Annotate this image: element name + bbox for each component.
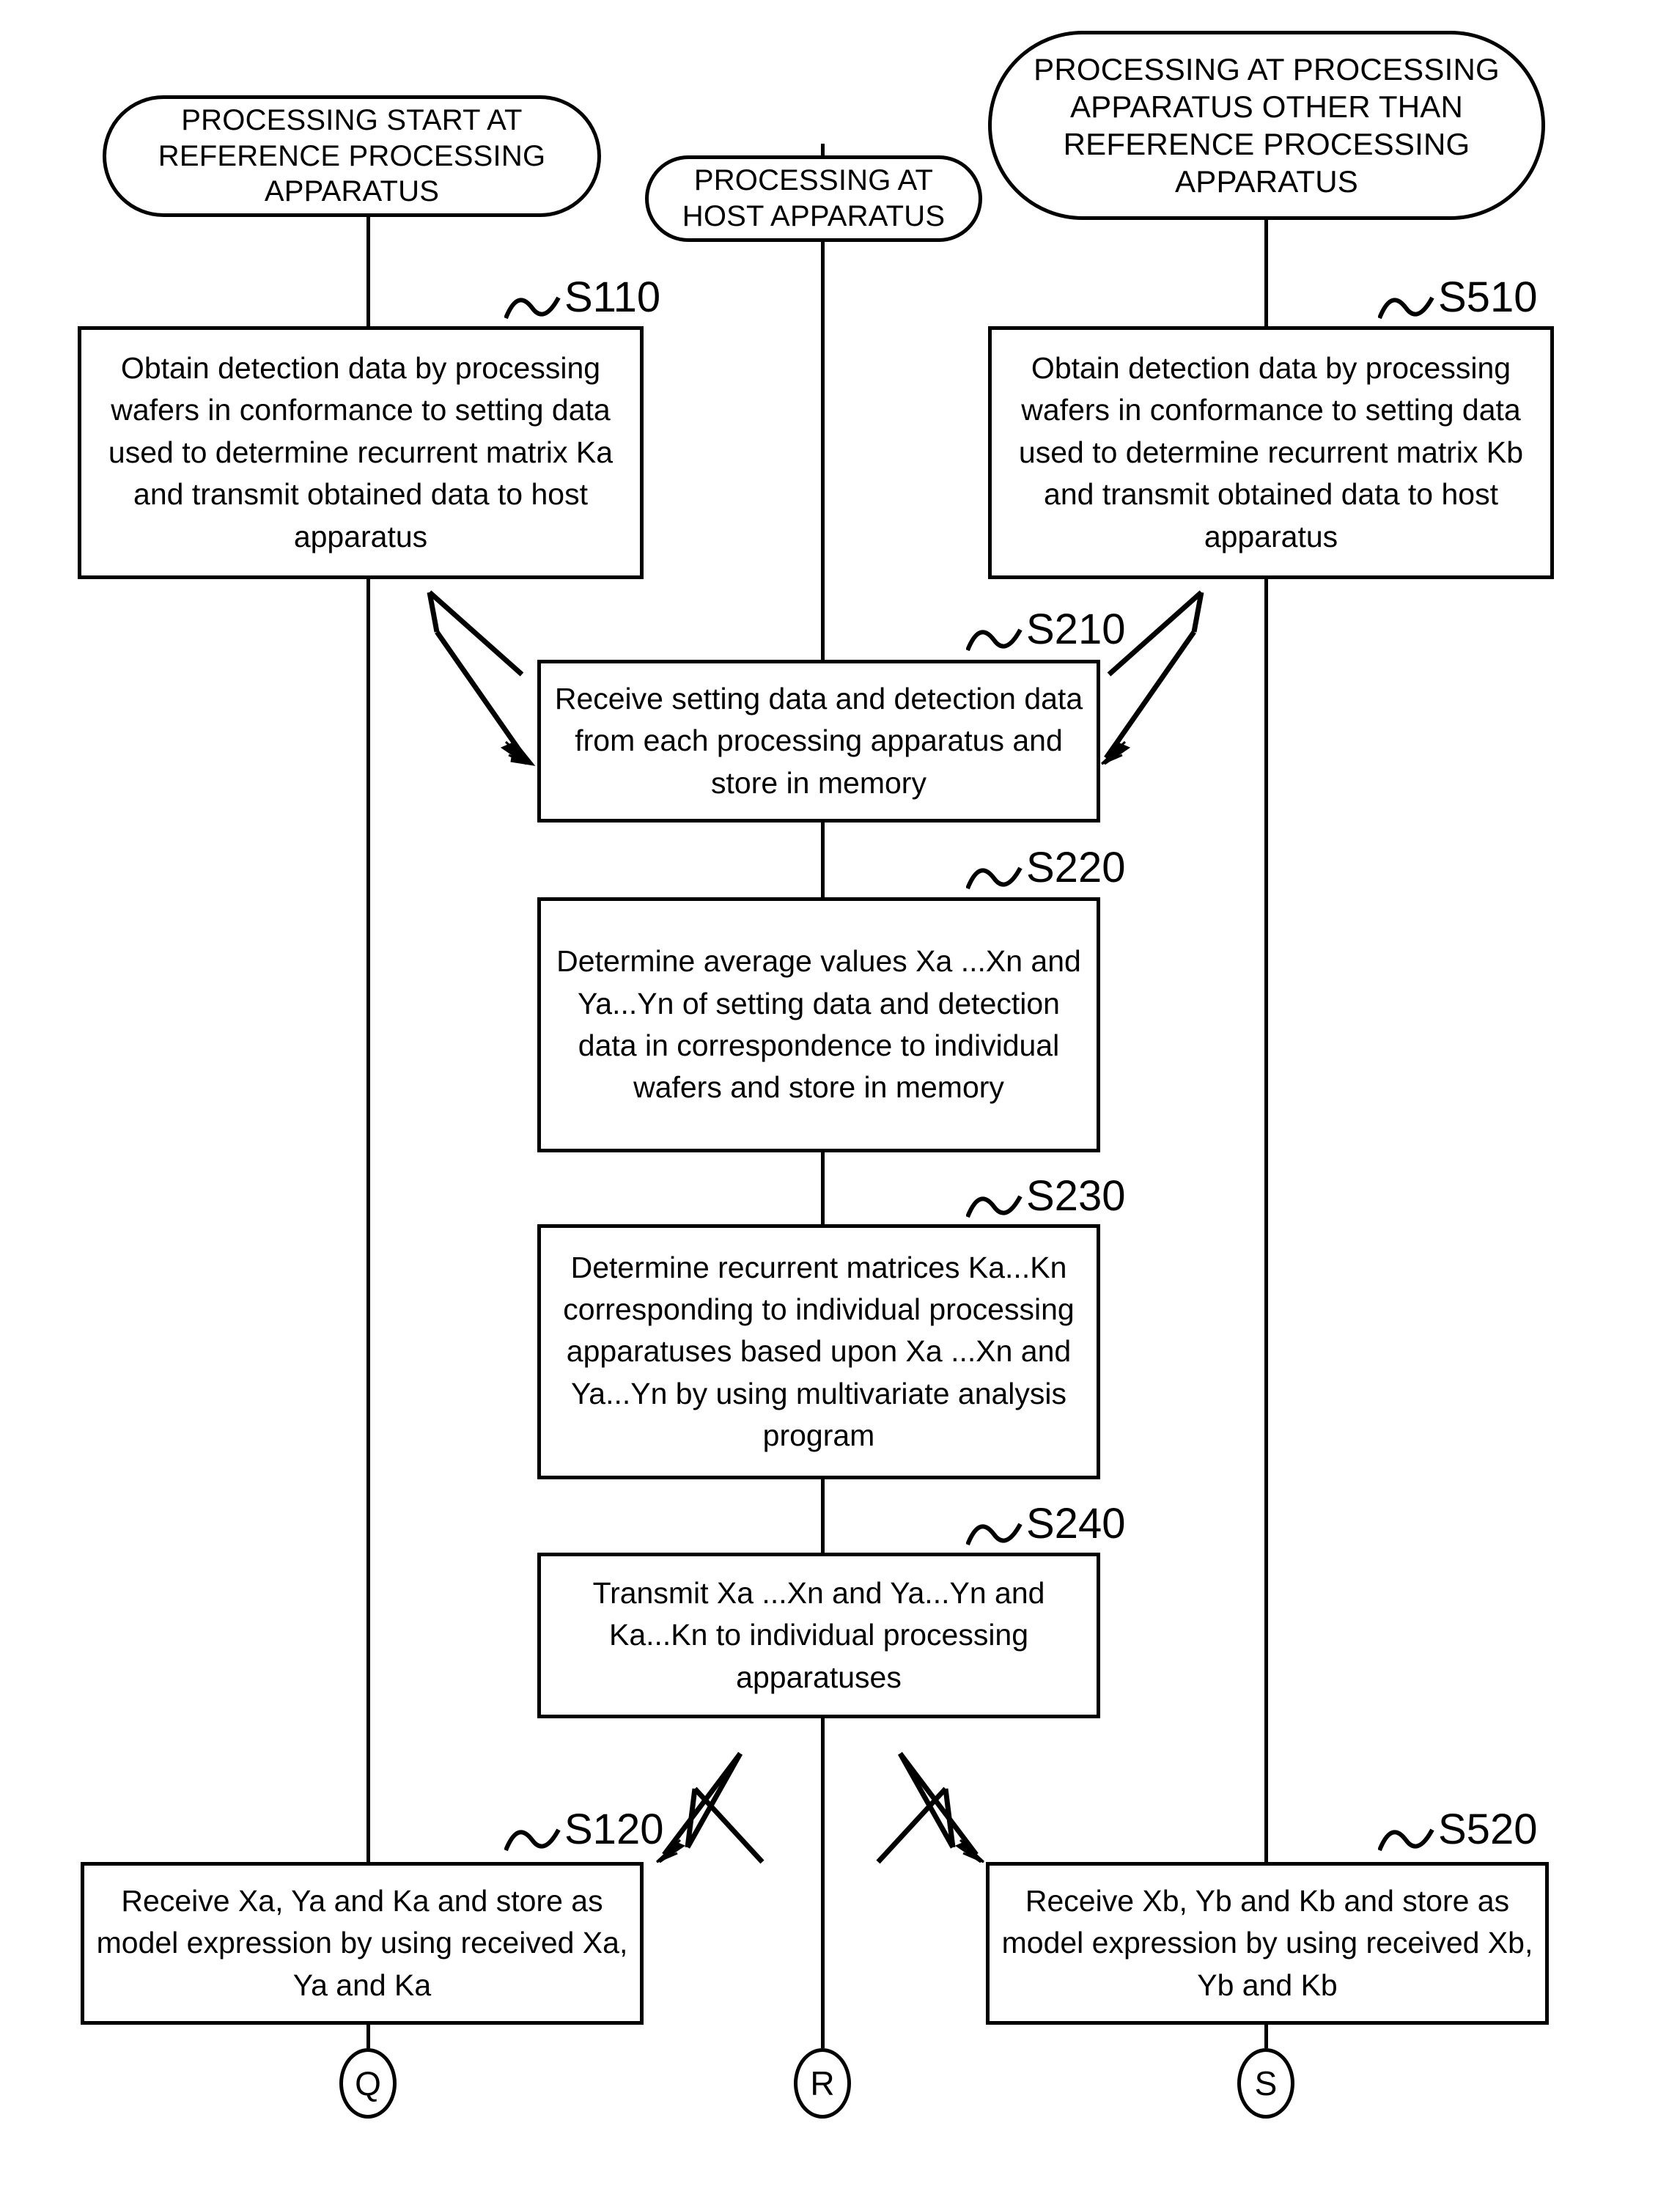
step-label-s230-text: S230 <box>1026 1172 1126 1220</box>
arrow-s510-head <box>1100 740 1131 765</box>
squiggle-s210-icon <box>966 628 1023 652</box>
arrow-s240-right-head <box>954 1839 985 1863</box>
process-box-s210: Receive setting data and detection data … <box>537 660 1100 822</box>
connector-r: R <box>794 2048 851 2119</box>
step-label-s230: S230 <box>966 1171 1126 1221</box>
step-label-s520-text: S520 <box>1438 1806 1538 1853</box>
step-label-s220: S220 <box>966 843 1126 892</box>
squiggle-s520-icon <box>1378 1828 1434 1852</box>
squiggle-s120-icon <box>504 1828 561 1852</box>
connector-q: Q <box>339 2048 397 2119</box>
arrow-s240-to-s520 <box>876 1751 979 1864</box>
process-box-s210-text: Receive setting data and detection data … <box>554 681 1083 800</box>
process-box-s520-text: Receive Xb, Yb and Kb and store as model… <box>1001 1883 1533 2002</box>
process-box-s240: Transmit Xa ...Xn and Ya...Yn and Ka...K… <box>537 1553 1100 1718</box>
step-label-s510-text: S510 <box>1438 273 1538 321</box>
process-box-s510: Obtain detection data by processing wafe… <box>988 326 1554 579</box>
process-box-s120-text: Receive Xa, Ya and Ka and store as model… <box>96 1883 628 2002</box>
arrow-s110-to-s210 <box>427 590 536 766</box>
process-box-s220: Determine average values Xa ...Xn and Ya… <box>537 897 1100 1152</box>
squiggle-s230-icon <box>966 1195 1023 1218</box>
process-box-s230-text: Determine recurrent matrices Ka...Kn cor… <box>563 1250 1075 1453</box>
step-label-s120-text: S120 <box>564 1806 664 1853</box>
step-label-s210: S210 <box>966 605 1126 654</box>
step-label-s240: S240 <box>966 1499 1126 1548</box>
terminator-center-label: PROCESSING AT HOST APPARATUS <box>682 164 946 232</box>
process-box-s110: Obtain detection data by processing wafe… <box>78 326 644 579</box>
terminator-host-apparatus: PROCESSING AT HOST APPARATUS <box>645 155 982 242</box>
squiggle-s110-icon <box>504 296 561 320</box>
process-box-s220-text: Determine average values Xa ...Xn and Ya… <box>556 944 1081 1105</box>
terminator-reference-processing-apparatus: PROCESSING START AT REFERENCE PROCESSING… <box>103 95 601 217</box>
process-box-s110-text: Obtain detection data by processing wafe… <box>108 351 614 553</box>
process-box-s230: Determine recurrent matrices Ka...Kn cor… <box>537 1224 1100 1479</box>
step-label-s110-text: S110 <box>564 273 661 321</box>
process-box-s120: Receive Xa, Ya and Ka and store as model… <box>81 1862 644 2025</box>
step-label-s520: S520 <box>1378 1805 1538 1854</box>
terminator-other-processing-apparatus: PROCESSING AT PROCESSING APPARATUS OTHER… <box>988 31 1545 220</box>
squiggle-s510-icon <box>1378 296 1434 320</box>
process-box-s520: Receive Xb, Yb and Kb and store as model… <box>986 1862 1549 2025</box>
flowchart-page: PROCESSING START AT REFERENCE PROCESSING… <box>0 0 1680 2186</box>
process-box-s240-text: Transmit Xa ...Xn and Ya...Yn and Ka...K… <box>592 1575 1045 1694</box>
arrow-s110-head <box>500 740 531 765</box>
step-label-s220-text: S220 <box>1026 844 1126 891</box>
terminator-left-label: PROCESSING START AT REFERENCE PROCESSING… <box>158 103 546 208</box>
arrow-s240-to-s120 <box>662 1751 765 1864</box>
step-label-s110: S110 <box>504 273 661 322</box>
process-box-s510-text: Obtain detection data by processing wafe… <box>1018 351 1524 553</box>
step-label-s210-text: S210 <box>1026 606 1126 653</box>
squiggle-s240-icon <box>966 1523 1023 1546</box>
terminator-right-label: PROCESSING AT PROCESSING APPARATUS OTHER… <box>1034 51 1500 199</box>
step-label-s240-text: S240 <box>1026 1500 1126 1548</box>
connector-s-label: S <box>1254 2064 1278 2102</box>
connector-r-label: R <box>810 2064 835 2102</box>
step-label-s510: S510 <box>1378 273 1538 322</box>
step-label-s120: S120 <box>504 1805 664 1854</box>
squiggle-s220-icon <box>966 866 1023 890</box>
connector-s: S <box>1237 2048 1294 2119</box>
connector-q-label: Q <box>355 2064 381 2102</box>
